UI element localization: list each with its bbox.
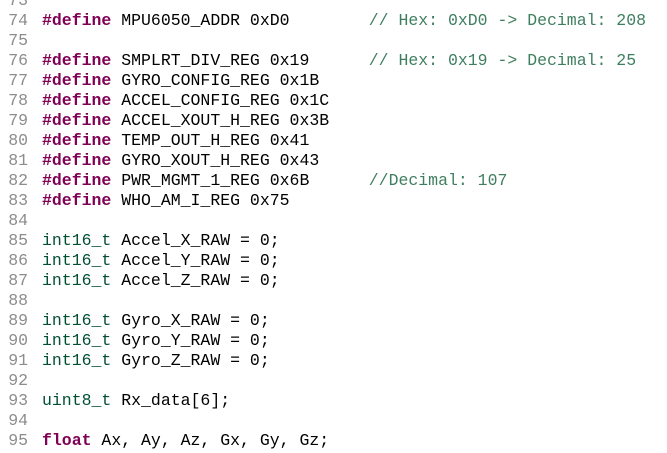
code-token: Gyro_Y_RAW = 0; xyxy=(111,331,270,350)
comment-token: //Decimal: 107 xyxy=(368,171,508,190)
code-text: uint8_t Rx_data[6]; xyxy=(42,391,230,411)
type-token: int16_t xyxy=(42,271,112,290)
line-number: 73 xyxy=(8,0,28,10)
code-token: Gyro_X_RAW = 0; xyxy=(111,311,270,330)
code-token: Rx_data[6]; xyxy=(111,391,231,410)
line-number: 94 xyxy=(8,411,28,430)
line-number: 91 xyxy=(8,351,28,370)
line-number: 80 xyxy=(8,131,28,150)
code-token: GYRO_XOUT_H_REG 0x43 xyxy=(111,151,320,170)
type-token: int16_t xyxy=(42,311,112,330)
code-token: ACCEL_XOUT_H_REG 0x3B xyxy=(111,111,330,130)
line-number: 90 xyxy=(8,331,28,350)
code-token: MPU6050_ADDR 0xD0 xyxy=(111,11,369,30)
code-editor[interactable]: 73 74 #define MPU6050_ADDR 0xD0 // Hex: 0x… xyxy=(0,0,667,453)
code-token: TEMP_OUT_H_REG 0x41 xyxy=(111,131,310,150)
line-number: 83 xyxy=(8,191,28,210)
code-text: #define PWR_MGMT_1_REG 0x6B //Decimal: 1… xyxy=(42,171,507,191)
type-token: uint8_t xyxy=(42,391,112,410)
code-token: ACCEL_CONFIG_REG 0x1C xyxy=(111,91,330,110)
keyword-token: #define xyxy=(42,111,112,130)
code-token: Accel_X_RAW = 0; xyxy=(111,231,280,250)
line-number: 87 xyxy=(8,271,28,290)
code-text: int16_t Gyro_Z_RAW = 0; xyxy=(42,351,270,371)
code-token: PWR_MGMT_1_REG 0x6B xyxy=(111,171,369,190)
keyword-token: #define xyxy=(42,11,112,30)
line-number: 82 xyxy=(8,171,28,190)
code-token: GYRO_CONFIG_REG 0x1B xyxy=(111,71,320,90)
line-number: 92 xyxy=(8,371,28,390)
type-token: int16_t xyxy=(42,231,112,250)
code-token: Ax, Ay, Az, Gx, Gy, Gz; xyxy=(91,431,330,450)
type-token: int16_t xyxy=(42,351,112,370)
line-number: 77 xyxy=(8,71,28,90)
code-token: Accel_Z_RAW = 0; xyxy=(111,271,280,290)
code-text: int16_t Accel_Y_RAW = 0; xyxy=(42,251,280,271)
comment-token: // Hex: 0xD0 -> Decimal: 208 xyxy=(368,11,647,30)
line-number: 85 xyxy=(8,231,28,250)
keyword-token: #define xyxy=(42,91,112,110)
code-text: int16_t Accel_X_RAW = 0; xyxy=(42,231,280,251)
code-text: #define GYRO_CONFIG_REG 0x1B xyxy=(42,71,319,91)
code-text: #define MPU6050_ADDR 0xD0 // Hex: 0xD0 -… xyxy=(42,11,646,31)
line-number: 93 xyxy=(8,391,28,410)
keyword-token: float xyxy=(42,431,92,450)
line-number: 74 xyxy=(8,11,28,30)
code-text: #define SMPLRT_DIV_REG 0x19 // Hex: 0x19… xyxy=(42,51,636,71)
code-token: SMPLRT_DIV_REG 0x19 xyxy=(111,51,369,70)
line-number: 84 xyxy=(8,211,28,230)
line-number: 78 xyxy=(8,91,28,110)
code-text: int16_t Accel_Z_RAW = 0; xyxy=(42,271,280,291)
code-text: #define TEMP_OUT_H_REG 0x41 xyxy=(42,131,309,151)
keyword-token: #define xyxy=(42,191,112,210)
line-number: 79 xyxy=(8,111,28,130)
keyword-token: #define xyxy=(42,131,112,150)
code-text: #define ACCEL_XOUT_H_REG 0x3B xyxy=(42,111,329,131)
code-text: int16_t Gyro_Y_RAW = 0; xyxy=(42,331,270,351)
keyword-token: #define xyxy=(42,171,112,190)
keyword-token: #define xyxy=(42,71,112,90)
line-number: 81 xyxy=(8,151,28,170)
code-text: int16_t Gyro_X_RAW = 0; xyxy=(42,311,270,331)
code-text: float Ax, Ay, Az, Gx, Gy, Gz; xyxy=(42,431,329,451)
code-token: Accel_Y_RAW = 0; xyxy=(111,251,280,270)
code-token: WHO_AM_I_REG 0x75 xyxy=(111,191,290,210)
keyword-token: #define xyxy=(42,151,112,170)
comment-token: // Hex: 0x19 -> Decimal: 25 xyxy=(368,51,637,70)
line-number: 75 xyxy=(8,31,28,50)
keyword-token: #define xyxy=(42,51,112,70)
line-number: 95 xyxy=(8,431,28,450)
type-token: int16_t xyxy=(42,331,112,350)
code-token: Gyro_Z_RAW = 0; xyxy=(111,351,270,370)
code-text: #define WHO_AM_I_REG 0x75 xyxy=(42,191,290,211)
code-text: #define ACCEL_CONFIG_REG 0x1C xyxy=(42,91,329,111)
type-token: int16_t xyxy=(42,251,112,270)
code-text: #define GYRO_XOUT_H_REG 0x43 xyxy=(42,151,319,171)
line-number: 86 xyxy=(8,251,28,270)
line-number: 89 xyxy=(8,311,28,330)
line-number: 88 xyxy=(8,291,28,310)
line-number: 76 xyxy=(8,51,28,70)
